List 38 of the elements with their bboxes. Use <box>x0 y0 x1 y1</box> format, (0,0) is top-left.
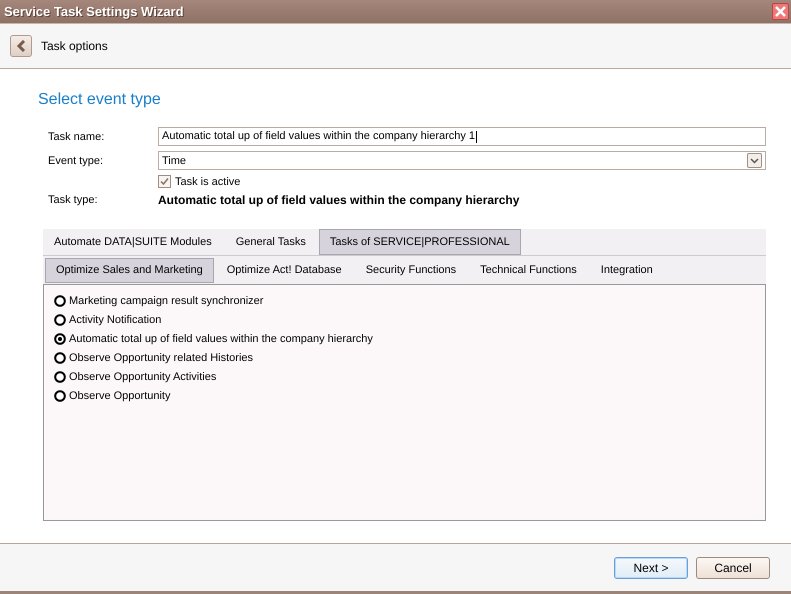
radio-button[interactable] <box>54 370 66 382</box>
radio-button[interactable] <box>54 314 66 326</box>
subtab[interactable]: Integration <box>590 258 664 282</box>
subtab[interactable]: Security Functions <box>354 258 468 282</box>
option-label: Observe Opportunity <box>69 390 170 402</box>
tab[interactable]: Tasks of SERVICE|PROFESSIONAL <box>318 229 521 255</box>
event-type-dropdown[interactable]: Time <box>158 151 766 170</box>
subtab[interactable]: Optimize Act! Database <box>216 258 353 282</box>
section-title: Select event type <box>38 91 162 109</box>
subtab[interactable]: Technical Functions <box>469 258 588 282</box>
window-title: Service Task Settings Wizard <box>4 4 184 19</box>
radio-button[interactable] <box>54 294 66 306</box>
field-label: Task type: <box>48 194 99 206</box>
back-button[interactable] <box>10 35 32 57</box>
field-label: Task name: <box>48 130 106 142</box>
page-title: Task options <box>41 39 108 53</box>
cancel-button[interactable]: Cancel <box>696 556 770 578</box>
next-button[interactable]: Next > <box>614 556 688 578</box>
field-label: Event type: <box>48 154 104 166</box>
active-checkbox[interactable] <box>158 175 171 188</box>
radio-button[interactable] <box>54 332 66 344</box>
option-label: Marketing campaign result synchronizer <box>69 294 264 306</box>
option-label: Automatic total up of field values within the company hierarchy <box>69 332 373 344</box>
close-icon <box>775 6 786 17</box>
close-button[interactable] <box>772 3 789 20</box>
tab[interactable]: Automate DATA|SUITE Modules <box>43 229 223 255</box>
tab[interactable]: General Tasks <box>224 229 317 255</box>
task-name-field[interactable]: Automatic total up of field values within the company hierarchy 1 <box>158 127 766 146</box>
option-label: Activity Notification <box>69 314 162 326</box>
back-icon <box>16 40 26 52</box>
checkbox-label: Task is active <box>175 176 240 188</box>
radio-button[interactable] <box>54 390 66 402</box>
subtab[interactable]: Optimize Sales and Marketing <box>45 258 214 282</box>
option-label: Observe Opportunity Activities <box>69 370 216 382</box>
chevron-icon <box>750 158 759 164</box>
task-type-value: Automatic total up of field values within the company hierarchy <box>158 193 520 207</box>
radio-button[interactable] <box>54 352 66 364</box>
option-label: Observe Opportunity related Histories <box>69 352 254 364</box>
